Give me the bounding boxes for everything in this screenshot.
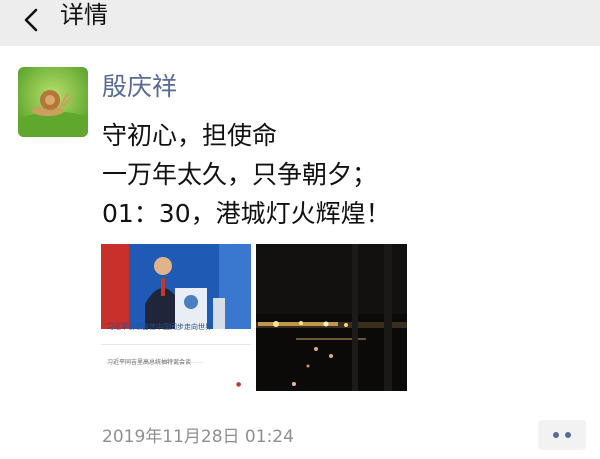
post-timestamp: 2019年11月28日 01:24 bbox=[102, 427, 294, 447]
image-subcaption: 习近平同吉里高总统抽特诞会谈 bbox=[107, 359, 192, 366]
post-line: 守初心，担使命 bbox=[102, 121, 278, 150]
post-text: 守初心，担使命 一万年太久，只争朝夕； 01：30，港城灯火辉煌！ bbox=[102, 116, 562, 233]
nav-bar: 详情 bbox=[0, 0, 600, 46]
post-image-speech[interactable]: ● 习近平引领自信中国同步走向世界 习近平同吉里高总统抽特诞会谈 bbox=[101, 244, 251, 391]
more-dots-icon[interactable] bbox=[538, 420, 586, 450]
chevron-left-icon[interactable] bbox=[18, 6, 48, 36]
speech-photo: ● bbox=[101, 244, 251, 391]
post-line: 01：30，港城灯火辉煌！ bbox=[102, 199, 391, 228]
image-caption: 习近平引领自信中国同步走向世界 bbox=[107, 323, 212, 331]
night-city-photo bbox=[256, 244, 407, 391]
post-image-night-city[interactable] bbox=[256, 244, 407, 391]
avatar[interactable] bbox=[18, 67, 88, 137]
author-name[interactable]: 殷庆祥 bbox=[102, 70, 177, 104]
svg-text:●: ● bbox=[236, 381, 241, 388]
post-line: 一万年太久，只争朝夕； bbox=[102, 160, 378, 189]
page-title: 详情 bbox=[60, 1, 108, 29]
snail-avatar-image bbox=[18, 67, 88, 137]
